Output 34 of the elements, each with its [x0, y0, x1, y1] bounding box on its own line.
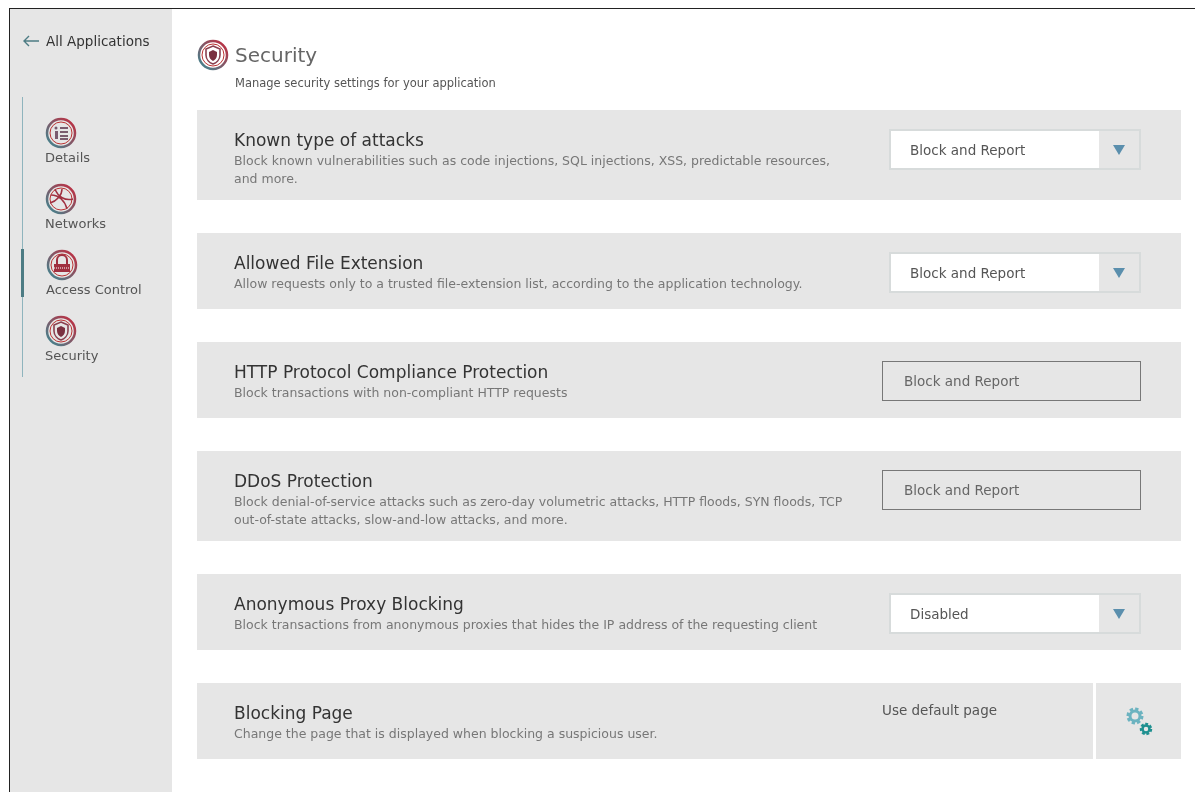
lock-icon: [46, 249, 78, 281]
page-subtitle: Manage security settings for your application: [235, 76, 497, 90]
list-icon: [45, 117, 77, 149]
setting-description: Block transactions from anonymous proxies that hides the IP address of the requesting client: [234, 616, 819, 634]
sidebar-item[interactable]: Access Control: [21, 249, 172, 297]
setting-title: DDoS Protection: [234, 471, 374, 491]
mode-field: Block and Report: [882, 470, 1141, 510]
setting-description: Block denial-of-service attacks such as zero-day volumetric attacks, HTTP floods, SYN floods, TCP out-of-state attacks, slow-and-low attacks, and more.: [234, 493, 844, 529]
setting-description: Allow requests only to a trusted file-extension list, according to the application technology.: [234, 275, 804, 293]
setting-title: Anonymous Proxy Blocking: [234, 594, 465, 614]
setting-description: Change the page that is displayed when blocking a suspicious user.: [234, 725, 659, 743]
shield-icon: [45, 315, 77, 347]
caret-icon: [1113, 608, 1125, 619]
back-arrow-icon: [22, 35, 40, 47]
sidebar-item[interactable]: Details: [23, 117, 172, 165]
back-link[interactable]: All Applications: [22, 33, 172, 49]
setting-description: Block known vulnerabilities such as code injections, SQL injections, XSS, predictable resources, and more.: [234, 152, 831, 188]
setting-description: Block transactions with non-compliant HTTP requests: [234, 384, 569, 402]
mode-dropdown[interactable]: Block and Report: [889, 252, 1141, 293]
caret-icon: [1113, 267, 1125, 278]
setting-title: Known type of attacks: [234, 130, 425, 150]
setting-title: Blocking Page: [234, 703, 354, 723]
sidebar-item[interactable]: Networks: [23, 183, 172, 231]
mode-dropdown[interactable]: Block and Report: [889, 129, 1141, 170]
page-title: Security: [235, 43, 318, 67]
setting-title: Allowed File Extension: [234, 253, 425, 273]
mode-dropdown[interactable]: Disabled: [889, 593, 1141, 634]
setting-title: HTTP Protocol Compliance Protection: [234, 362, 550, 382]
globe-icon: [45, 183, 77, 215]
shield-icon: [197, 39, 229, 71]
mode-field: Block and Report: [882, 361, 1141, 401]
setting-value: Use default page: [881, 702, 999, 718]
caret-icon: [1113, 144, 1125, 155]
sidebar-item[interactable]: Security: [23, 315, 172, 363]
